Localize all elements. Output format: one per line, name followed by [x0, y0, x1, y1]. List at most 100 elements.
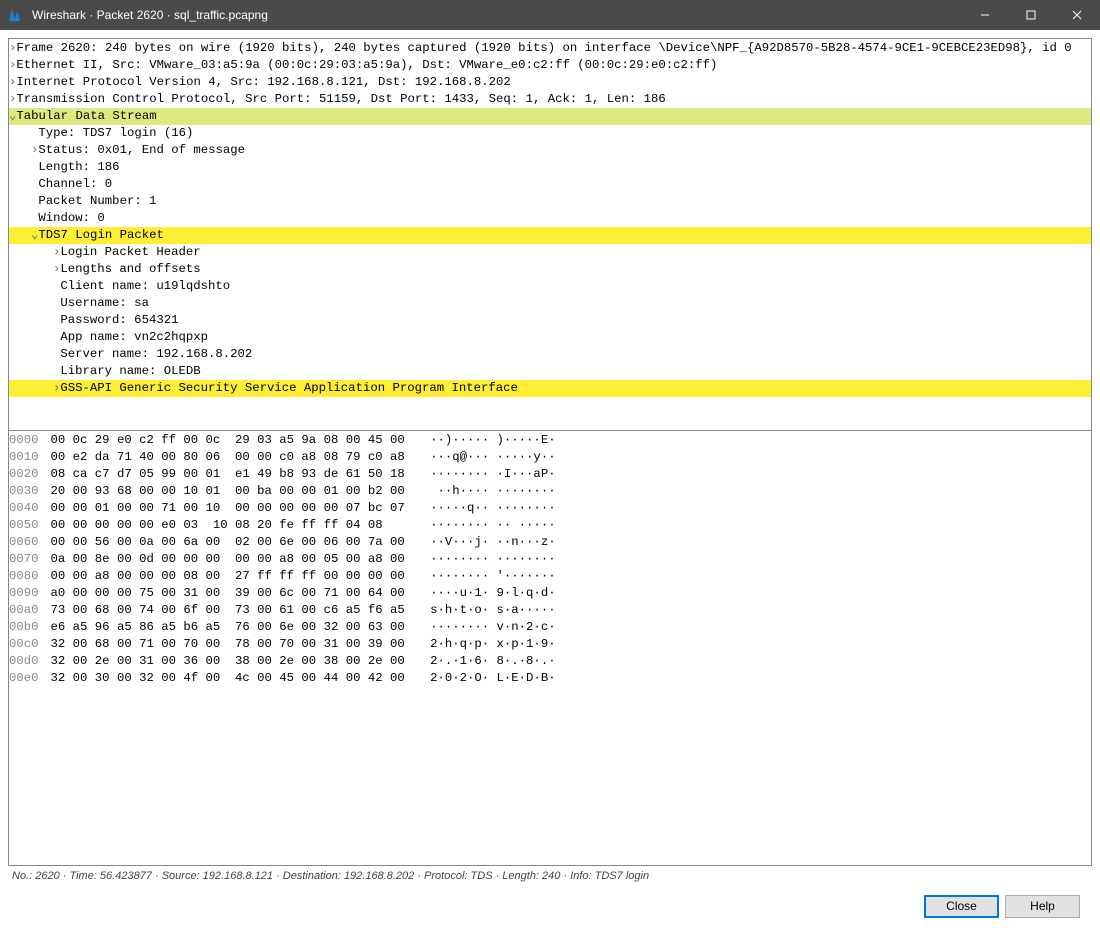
- hex-ascii: 2·0·2·O· L·E·D·B·: [430, 670, 555, 687]
- tree-row-text: Internet Protocol Version 4, Src: 192.16…: [16, 74, 510, 91]
- hex-row[interactable]: 0010 00 e2 da 71 40 00 80 06 00 00 c0 a8 …: [9, 449, 1091, 466]
- window-title: Wireshark · Packet 2620 · sql_traffic.pc…: [32, 8, 962, 22]
- tree-row-text: Channel: 0: [38, 176, 112, 193]
- hex-bytes: 32 00 2e 00 31 00 36 00 38 00 2e 00 38 0…: [51, 653, 413, 670]
- hex-ascii: ········ ·I···aP·: [430, 466, 555, 483]
- tree-row-text: GSS-API Generic Security Service Applica…: [60, 380, 518, 397]
- tree-row-text: Lengths and offsets: [60, 261, 200, 278]
- expand-right-icon[interactable]: ›: [9, 92, 16, 106]
- close-window-button[interactable]: [1054, 0, 1100, 30]
- expand-right-icon[interactable]: ›: [31, 143, 38, 157]
- tree-row[interactable]: ›Status: 0x01, End of message: [9, 142, 1091, 159]
- hex-bytes: 00 e2 da 71 40 00 80 06 00 00 c0 a8 08 7…: [51, 449, 413, 466]
- expand-right-icon[interactable]: ›: [53, 245, 60, 259]
- tree-row[interactable]: ›Lengths and offsets: [9, 261, 1091, 278]
- hex-bytes: a0 00 00 00 75 00 31 00 39 00 6c 00 71 0…: [51, 585, 413, 602]
- hex-ascii: 2·h·q·p· x·p·1·9·: [430, 636, 555, 653]
- hex-row[interactable]: 00b0e6 a5 96 a5 86 a5 b6 a5 76 00 6e 00 …: [9, 619, 1091, 636]
- close-button[interactable]: Close: [924, 895, 999, 918]
- hex-offset: 0060: [9, 534, 39, 551]
- hex-row[interactable]: 00d032 00 2e 00 31 00 36 00 38 00 2e 00 …: [9, 653, 1091, 670]
- hex-bytes: 0a 00 8e 00 0d 00 00 00 00 00 a8 00 05 0…: [51, 551, 413, 568]
- packet-details-tree[interactable]: ›Frame 2620: 240 bytes on wire (1920 bit…: [8, 38, 1092, 431]
- maximize-button[interactable]: [1008, 0, 1054, 30]
- tree-row[interactable]: ·App name: vn2c2hqpxp: [9, 329, 1091, 346]
- no-arrow-icon: ·: [53, 279, 60, 293]
- hex-offset: 0030: [9, 483, 39, 500]
- tree-row[interactable]: ›GSS-API Generic Security Service Applic…: [9, 380, 1091, 397]
- hex-ascii: ········ ········: [430, 551, 555, 568]
- hex-offset: 0090: [9, 585, 39, 602]
- tree-row[interactable]: ·Password: 654321: [9, 312, 1091, 329]
- tree-row[interactable]: ·Client name: u19lqdshto: [9, 278, 1091, 295]
- tree-row[interactable]: ›Internet Protocol Version 4, Src: 192.1…: [9, 74, 1091, 91]
- hex-row[interactable]: 0090 a0 00 00 00 75 00 31 00 39 00 6c 00 …: [9, 585, 1091, 602]
- tree-row[interactable]: ›Frame 2620: 240 bytes on wire (1920 bit…: [9, 40, 1091, 57]
- hex-row[interactable]: 003020 00 93 68 00 00 10 01 00 ba 00 00 …: [9, 483, 1091, 500]
- hex-row[interactable]: 0020 08 ca c7 d7 05 99 00 01 e1 49 b8 93 …: [9, 466, 1091, 483]
- no-arrow-icon: ·: [31, 194, 38, 208]
- hex-row[interactable]: 005000 00 00 00 00 e0 03 10 08 20 fe ff …: [9, 517, 1091, 534]
- hex-bytes: 32 00 68 00 71 00 70 00 78 00 70 00 31 0…: [51, 636, 413, 653]
- hex-row[interactable]: 00e032 00 30 00 32 00 4f 00 4c 00 45 00 …: [9, 670, 1091, 687]
- packet-bytes-hex[interactable]: 000000 0c 29 e0 c2 ff 00 0c 29 03 a5 9a …: [8, 430, 1092, 866]
- hex-row[interactable]: 008000 00 a8 00 00 00 08 00 27 ff ff ff …: [9, 568, 1091, 585]
- tree-row[interactable]: ›Transmission Control Protocol, Src Port…: [9, 91, 1091, 108]
- tree-row[interactable]: ·Username: sa: [9, 295, 1091, 312]
- tree-row[interactable]: ·Packet Number: 1: [9, 193, 1091, 210]
- hex-offset: 0040: [9, 500, 39, 517]
- hex-ascii: ··V···j· ··n···z·: [430, 534, 555, 551]
- no-arrow-icon: ·: [53, 347, 60, 361]
- hex-bytes: 08 ca c7 d7 05 99 00 01 e1 49 b8 93 de 6…: [51, 466, 413, 483]
- hex-row[interactable]: 0060 00 00 56 00 0a 00 6a 00 02 00 6e 00 …: [9, 534, 1091, 551]
- no-arrow-icon: ·: [53, 313, 60, 327]
- tree-row-text: Type: TDS7 login (16): [38, 125, 193, 142]
- hex-row[interactable]: 004000 00 01 00 00 71 00 10 00 00 00 00 …: [9, 500, 1091, 517]
- expand-right-icon[interactable]: ›: [9, 41, 16, 55]
- tree-row-text: Window: 0: [38, 210, 104, 227]
- hex-bytes: e6 a5 96 a5 86 a5 b6 a5 76 00 6e 00 32 0…: [51, 619, 413, 636]
- hex-offset: 0020: [9, 466, 39, 483]
- minimize-button[interactable]: [962, 0, 1008, 30]
- hex-ascii: ········ v·n·2·c·: [430, 619, 555, 636]
- status-bar: No.: 2620 · Time: 56.423877 · Source: 19…: [8, 866, 1092, 886]
- expand-right-icon[interactable]: ›: [53, 381, 60, 395]
- tree-row[interactable]: ›Ethernet II, Src: VMware_03:a5:9a (00:0…: [9, 57, 1091, 74]
- tree-row-text: Packet Number: 1: [38, 193, 156, 210]
- tree-row[interactable]: ·Channel: 0: [9, 176, 1091, 193]
- expand-right-icon[interactable]: ›: [53, 262, 60, 276]
- tree-row[interactable]: ›Login Packet Header: [9, 244, 1091, 261]
- tree-row[interactable]: ⌄TDS7 Login Packet: [9, 227, 1091, 244]
- expand-right-icon[interactable]: ›: [9, 58, 16, 72]
- tree-row[interactable]: ·Library name: OLEDB: [9, 363, 1091, 380]
- hex-row[interactable]: 00c032 00 68 00 71 00 70 00 78 00 70 00 …: [9, 636, 1091, 653]
- tree-row[interactable]: ·Server name: 192.168.8.202: [9, 346, 1091, 363]
- hex-offset: 0070: [9, 551, 39, 568]
- expand-right-icon[interactable]: ›: [9, 75, 16, 89]
- tree-row-text: Length: 186: [38, 159, 119, 176]
- tree-row-text: Server name: 192.168.8.202: [60, 346, 252, 363]
- tree-row[interactable]: ⌄Tabular Data Stream: [9, 108, 1091, 125]
- tree-row-text: Transmission Control Protocol, Src Port:…: [16, 91, 665, 108]
- hex-offset: 0000: [9, 432, 39, 449]
- hex-ascii: ········ '·······: [430, 568, 555, 585]
- expand-down-icon[interactable]: ⌄: [9, 109, 16, 123]
- expand-down-icon[interactable]: ⌄: [31, 228, 38, 242]
- tree-row-text: Library name: OLEDB: [60, 363, 200, 380]
- hex-row[interactable]: 0070 0a 00 8e 00 0d 00 00 00 00 00 a8 00 …: [9, 551, 1091, 568]
- hex-ascii: ··h···· ········: [430, 483, 555, 500]
- help-button[interactable]: Help: [1005, 895, 1080, 918]
- tree-row[interactable]: ·Type: TDS7 login (16): [9, 125, 1091, 142]
- wireshark-icon: [8, 7, 24, 23]
- hex-bytes: 00 00 56 00 0a 00 6a 00 02 00 6e 00 06 0…: [51, 534, 413, 551]
- tree-row-text: Password: 654321: [60, 312, 178, 329]
- tree-row[interactable]: ·Window: 0: [9, 210, 1091, 227]
- tree-row[interactable]: ·Length: 186: [9, 159, 1091, 176]
- hex-row[interactable]: 000000 0c 29 e0 c2 ff 00 0c 29 03 a5 9a …: [9, 432, 1091, 449]
- hex-offset: 0010: [9, 449, 39, 466]
- hex-offset: 00a0: [9, 602, 39, 619]
- hex-ascii: ····u·1· 9·l·q·d·: [430, 585, 555, 602]
- hex-offset: 0050: [9, 517, 39, 534]
- hex-row[interactable]: 00a073 00 68 00 74 00 6f 00 73 00 61 00 …: [9, 602, 1091, 619]
- no-arrow-icon: ·: [31, 211, 38, 225]
